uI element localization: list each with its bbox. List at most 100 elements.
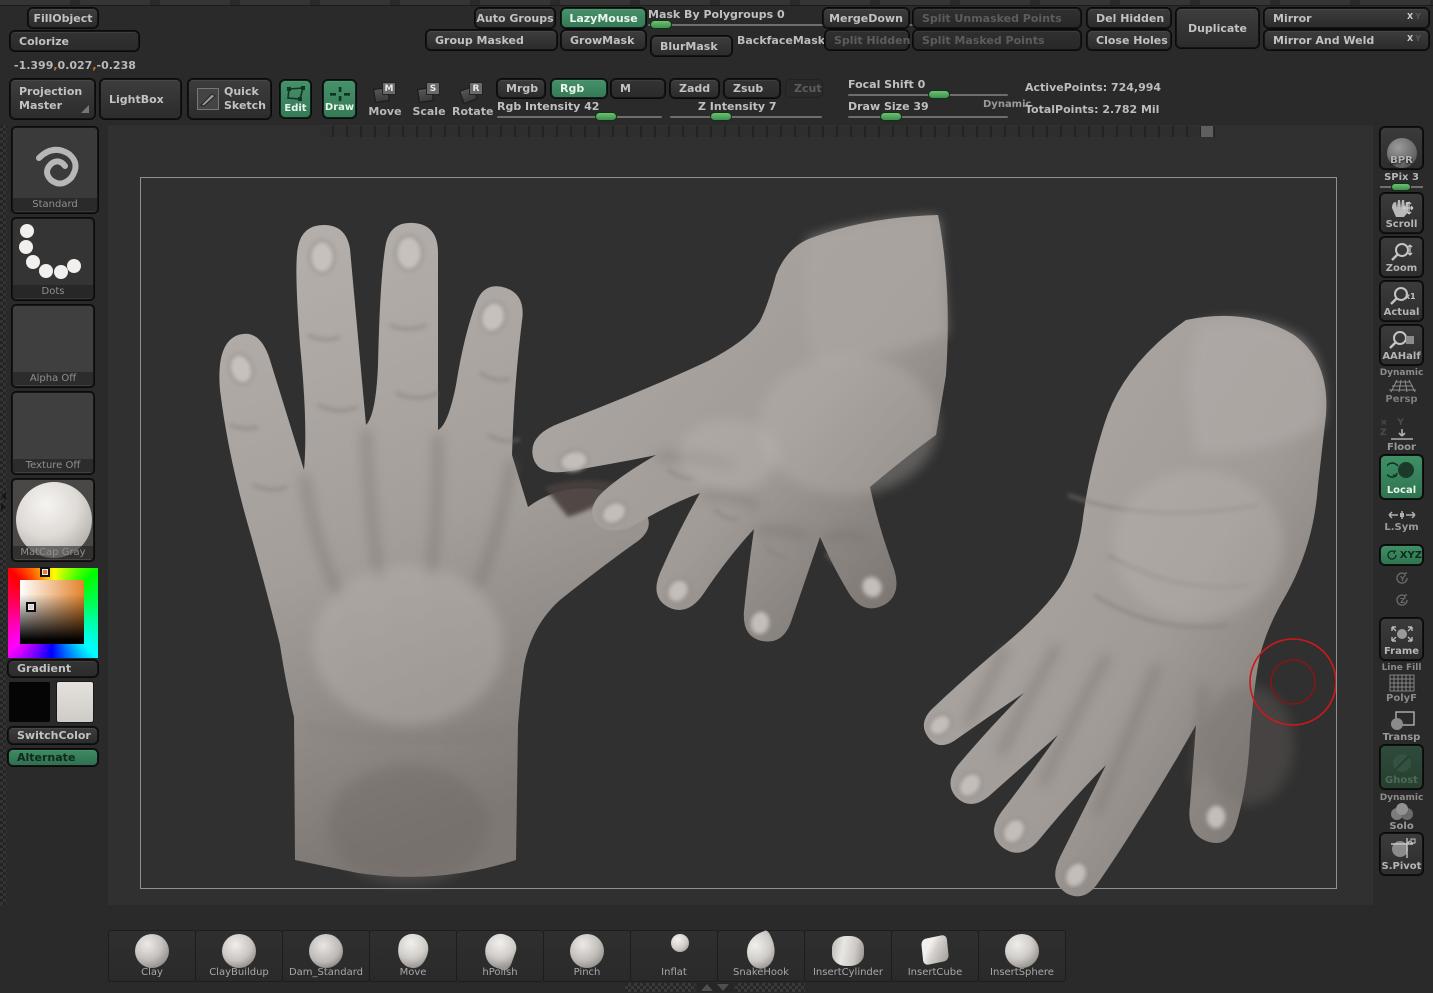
rotate-xyz-button[interactable]: XYZ xyxy=(1380,545,1423,565)
growmask-button[interactable]: GrowMask xyxy=(561,30,646,50)
persp-button[interactable]: Dynamic Persp xyxy=(1380,368,1423,405)
aahalf-button[interactable]: AAHalf xyxy=(1380,325,1423,365)
scale-mode-button[interactable]: S Scale xyxy=(411,82,447,118)
lazymouse-button[interactable]: LazyMouse xyxy=(561,8,646,28)
brush-shelf: Clay ClayBuildup Dam_Standard Move hPoli… xyxy=(108,930,1065,982)
spivot-icon xyxy=(1387,836,1417,860)
current-brush-thumbnail[interactable]: Standard xyxy=(12,127,98,213)
main-color-swatch[interactable] xyxy=(8,681,51,723)
rgb-button[interactable]: Rgb xyxy=(551,79,607,98)
brush-inflat[interactable]: Inflat xyxy=(630,930,718,982)
polyf-button[interactable]: Line Fill PolyF xyxy=(1380,663,1423,704)
brush-dam-standard[interactable]: Dam_Standard xyxy=(282,930,370,982)
brush-hpolish[interactable]: hPolish xyxy=(456,930,544,982)
draw-size-slider[interactable]: Draw Size 39 xyxy=(848,100,985,118)
frame-button[interactable]: Frame xyxy=(1380,618,1423,660)
split-unmasked-points-button[interactable]: Split Unmasked Points xyxy=(913,8,1081,28)
edit-button[interactable]: Edit xyxy=(280,80,311,118)
pencil-icon xyxy=(197,88,219,110)
rotate-mode-button[interactable]: R Rotate xyxy=(452,82,492,118)
bottom-tray-divider-right[interactable] xyxy=(735,983,805,992)
current-texture-thumbnail[interactable]: Texture Off xyxy=(12,392,94,474)
brush-insertcylinder[interactable]: InsertCylinder xyxy=(804,930,892,982)
ghost-button[interactable]: Ghost xyxy=(1380,745,1423,789)
quick-sketch-button[interactable]: QuickSketch xyxy=(188,79,271,119)
rgb-intensity-slider[interactable]: Rgb Intensity 42 xyxy=(497,100,662,118)
z-intensity-slider[interactable]: Z Intensity 7 xyxy=(670,100,822,118)
zoom-magnifier-icon xyxy=(1389,242,1415,262)
brush-insertsphere[interactable]: InsertSphere xyxy=(978,930,1066,982)
mirror-and-weld-button[interactable]: Mirror And Weld XY xyxy=(1264,30,1429,50)
move-mode-button[interactable]: M Move xyxy=(368,82,402,118)
focal-shift-slider[interactable]: Focal Shift 0 xyxy=(848,78,985,96)
zsub-button[interactable]: Zsub xyxy=(724,79,780,98)
current-stroke-thumbnail[interactable]: Dots xyxy=(12,218,94,300)
floor-button[interactable]: Floor xyxy=(1380,428,1423,453)
spivot-button[interactable]: S.Pivot xyxy=(1380,833,1423,875)
rotate-z-button[interactable]: Z xyxy=(1380,592,1423,608)
colorize-button[interactable]: Colorize xyxy=(10,31,139,51)
cursor-coordinates: -1.399,0.027,-0.238 xyxy=(14,59,136,72)
zcut-button[interactable]: Zcut xyxy=(785,79,823,98)
lightbox-button[interactable]: LightBox xyxy=(100,79,181,119)
projection-master-button[interactable]: ProjectionMaster xyxy=(10,79,95,119)
spix-knob[interactable] xyxy=(1391,183,1411,191)
brush-clay[interactable]: Clay xyxy=(108,930,196,982)
draw-mode-icon xyxy=(329,86,351,102)
duplicate-button[interactable]: Duplicate xyxy=(1176,8,1259,48)
transp-button[interactable]: Transp xyxy=(1380,710,1423,743)
spix-slider[interactable] xyxy=(1380,186,1423,188)
scroll-hand-icon xyxy=(1389,198,1415,218)
edit-gizmo-icon xyxy=(285,85,307,103)
actual-button[interactable]: x1 Actual xyxy=(1380,281,1423,321)
current-alpha-thumbnail[interactable]: Alpha Off xyxy=(12,305,94,387)
pinch-brush-icon xyxy=(570,934,604,968)
fill-object-button[interactable]: FillObject xyxy=(28,8,98,28)
bpr-button[interactable]: BPR xyxy=(1380,127,1423,169)
zadd-button[interactable]: Zadd xyxy=(670,79,719,98)
brush-insertcube[interactable]: InsertCube xyxy=(891,930,979,982)
mirror-button[interactable]: Mirror XY xyxy=(1264,8,1429,28)
blurmask-button[interactable]: BlurMask xyxy=(651,36,732,56)
switch-color-button[interactable]: SwitchColor xyxy=(8,727,98,744)
gradient-button[interactable]: Gradient xyxy=(8,660,98,677)
timeline-knob[interactable] xyxy=(1201,126,1213,137)
left-tray-divider[interactable] xyxy=(0,125,7,905)
alternate-button[interactable]: Alternate xyxy=(8,749,98,766)
group-masked-button[interactable]: Group Masked xyxy=(426,30,557,50)
local-button[interactable]: Local xyxy=(1380,455,1423,499)
brush-move[interactable]: Move xyxy=(369,930,457,982)
draw-button[interactable]: Draw xyxy=(323,80,356,118)
zoom-button[interactable]: Zoom xyxy=(1380,237,1423,277)
mergedown-button[interactable]: MergeDown xyxy=(823,8,909,28)
brush-claybuildup[interactable]: ClayBuildup xyxy=(195,930,283,982)
del-hidden-button[interactable]: Del Hidden xyxy=(1087,8,1171,28)
secondary-color-swatch[interactable] xyxy=(56,681,94,723)
rotate-y-button[interactable]: Y xyxy=(1380,570,1423,586)
backfacemask-button[interactable]: BackfaceMask xyxy=(737,34,825,47)
left-tray-divider-arrows[interactable] xyxy=(0,488,7,514)
brush-snakehook[interactable]: SnakeHook xyxy=(717,930,805,982)
mask-by-polygroups-slider[interactable]: Mask By Polygroups 0 xyxy=(648,8,816,26)
floor-icon xyxy=(1388,428,1416,442)
scroll-button[interactable]: Scroll xyxy=(1380,193,1423,233)
auto-groups-button[interactable]: Auto Groups xyxy=(475,8,555,28)
bottom-tray-divider[interactable] xyxy=(625,983,695,992)
current-material-thumbnail[interactable]: MatCap Gray xyxy=(12,479,94,561)
close-holes-button[interactable]: Close Holes xyxy=(1087,30,1171,50)
hue-marker[interactable] xyxy=(40,567,50,577)
m-button[interactable]: M xyxy=(611,79,665,98)
brush-pinch[interactable]: Pinch xyxy=(543,930,631,982)
secondary-color-marker[interactable] xyxy=(26,602,36,612)
color-picker[interactable] xyxy=(8,568,98,658)
bottom-tray-arrows[interactable] xyxy=(697,983,733,992)
split-masked-points-button[interactable]: Split Masked Points xyxy=(913,30,1081,50)
rotate-z-icon: Z xyxy=(1393,592,1411,608)
document-canvas[interactable] xyxy=(108,125,1373,905)
saturation-square[interactable] xyxy=(20,580,84,644)
split-hidden-button[interactable]: Split Hidden xyxy=(825,30,909,50)
lsym-button[interactable]: L.Sym xyxy=(1380,508,1423,533)
timeline-strip[interactable] xyxy=(320,126,1215,137)
solo-button[interactable]: Dynamic Solo xyxy=(1380,793,1423,832)
mrgb-button[interactable]: Mrgb xyxy=(497,79,545,98)
